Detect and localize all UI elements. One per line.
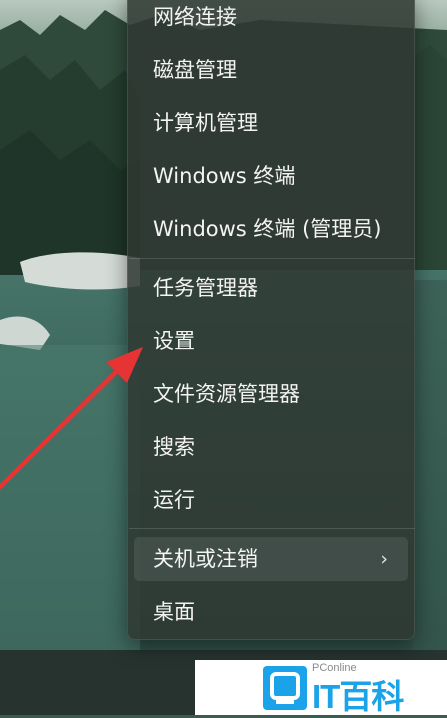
winx-context-menu: 网络连接 磁盘管理 计算机管理 Windows 终端 Windows 终端 (管…	[127, 0, 415, 640]
menu-item-network-connections[interactable]: 网络连接	[134, 0, 408, 39]
menu-item-task-manager[interactable]: 任务管理器	[134, 266, 408, 310]
menu-item-settings[interactable]: 设置	[134, 319, 408, 363]
menu-item-windows-terminal[interactable]: Windows 终端	[134, 154, 408, 198]
menu-item-shutdown-signout[interactable]: 关机或注销 ›	[134, 537, 408, 581]
menu-item-desktop[interactable]: 桌面	[134, 590, 408, 634]
pconline-logo-icon	[263, 666, 307, 710]
menu-separator	[129, 528, 415, 529]
menu-item-windows-terminal-admin[interactable]: Windows 终端 (管理员)	[134, 207, 408, 251]
watermark-brand-text: IT百科	[312, 678, 404, 715]
menu-item-file-explorer[interactable]: 文件资源管理器	[134, 372, 408, 416]
watermark-logo: PConline IT百科	[195, 660, 447, 715]
menu-item-search[interactable]: 搜索	[134, 425, 408, 469]
menu-item-run[interactable]: 运行	[134, 478, 408, 522]
menu-item-computer-management[interactable]: 计算机管理	[134, 101, 408, 145]
chevron-right-icon: ›	[380, 548, 388, 570]
menu-item-disk-management[interactable]: 磁盘管理	[134, 48, 408, 92]
menu-separator	[129, 258, 415, 259]
menu-item-label: 关机或注销	[153, 547, 258, 571]
